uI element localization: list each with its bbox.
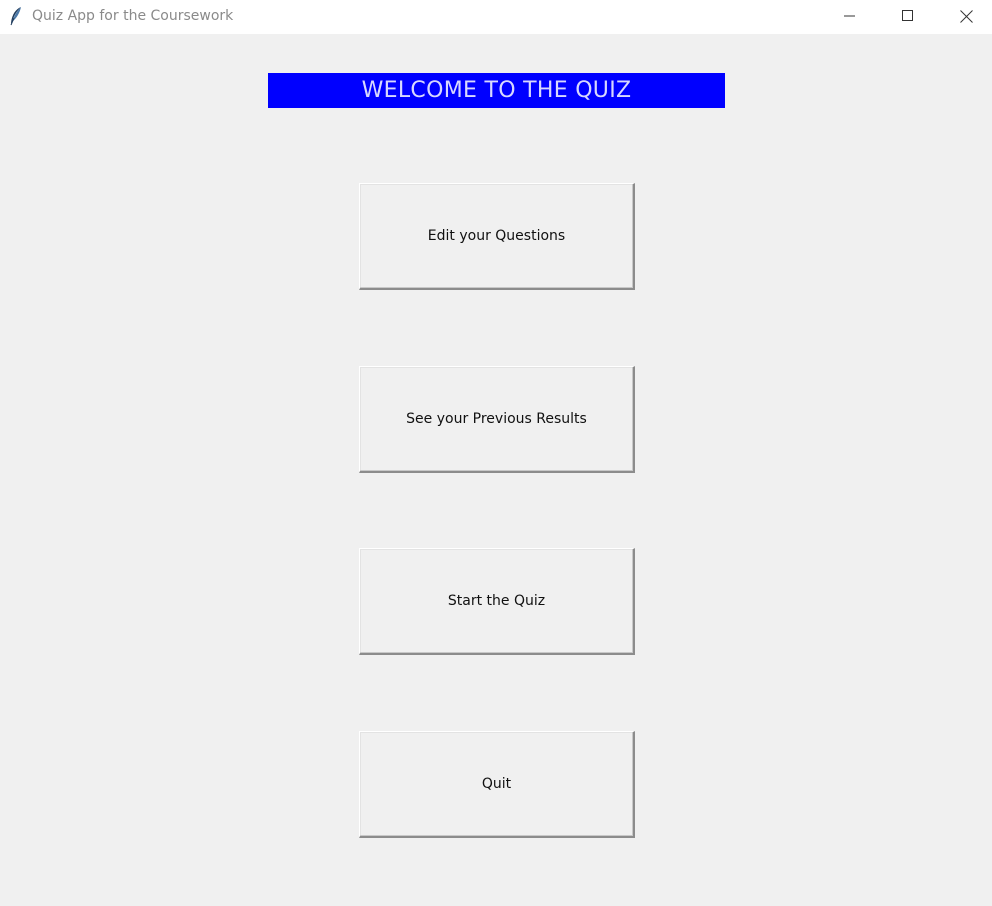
feather-icon — [9, 6, 23, 26]
maximize-button[interactable] — [879, 0, 937, 32]
title-bar[interactable]: Quiz App for the Coursework — [0, 0, 992, 34]
edit-questions-button[interactable]: Edit your Questions — [359, 183, 635, 290]
quit-button[interactable]: Quit — [359, 731, 635, 838]
close-icon — [959, 9, 973, 23]
app-window: Quiz App for the Coursework WELCOME TO T… — [0, 0, 992, 906]
previous-results-button[interactable]: See your Previous Results — [359, 366, 635, 473]
start-quiz-button[interactable]: Start the Quiz — [359, 548, 635, 655]
welcome-banner: WELCOME TO THE QUIZ — [268, 73, 725, 108]
close-button[interactable] — [937, 0, 992, 32]
maximize-icon — [902, 10, 914, 22]
minimize-button[interactable] — [821, 0, 879, 32]
window-title: Quiz App for the Coursework — [32, 8, 234, 24]
minimize-icon — [844, 10, 856, 22]
